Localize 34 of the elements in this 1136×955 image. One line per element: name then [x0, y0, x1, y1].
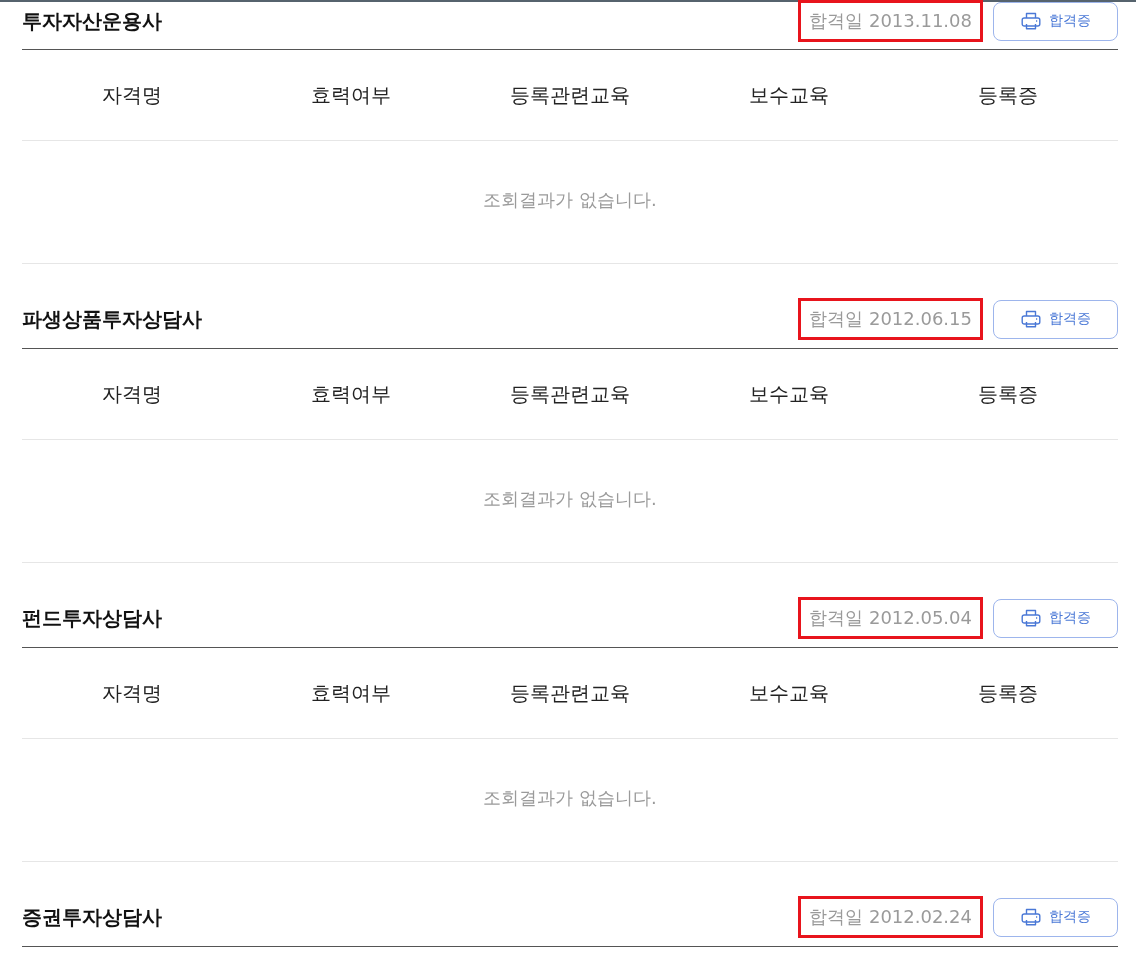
column-header: 보수교육 — [749, 82, 830, 107]
pass-date: 합격일 2013.11.08 — [798, 0, 983, 42]
column-header: 효력여부 — [310, 381, 391, 406]
empty-result-message: 조회결과가 없습니다. — [483, 188, 657, 212]
certificate-print-button[interactable]: 합격증 — [993, 299, 1118, 339]
certification-title: 투자자산운용사 — [22, 8, 162, 34]
column-header: 보수교육 — [749, 680, 830, 705]
certificate-print-button[interactable]: 합격증 — [993, 598, 1118, 638]
column-header: 등록증 — [978, 381, 1039, 406]
pass-date: 합격일 2012.06.15 — [798, 298, 983, 340]
printer-icon — [1020, 908, 1041, 926]
column-header: 등록관련교육 — [510, 82, 630, 107]
printer-icon — [1020, 609, 1041, 627]
empty-result-message: 조회결과가 없습니다. — [483, 786, 657, 810]
certificate-print-button[interactable]: 합격증 — [993, 1, 1118, 41]
column-header: 등록증 — [978, 82, 1039, 107]
column-header: 등록관련교육 — [510, 381, 630, 406]
column-header: 자격명 — [101, 680, 162, 705]
column-header: 등록증 — [978, 680, 1039, 705]
printer-icon — [1020, 310, 1041, 328]
certification-title: 파생상품투자상담사 — [22, 306, 202, 332]
column-header: 보수교육 — [749, 381, 830, 406]
column-header: 자격명 — [101, 82, 162, 107]
empty-result-message: 조회결과가 없습니다. — [483, 487, 657, 511]
pass-date: 합격일 2012.02.24 — [798, 896, 983, 938]
certification-title: 증권투자상담사 — [22, 904, 162, 930]
certificate-print-button[interactable]: 합격증 — [993, 897, 1118, 937]
column-header: 효력여부 — [310, 680, 391, 705]
column-header: 등록관련교육 — [510, 680, 630, 705]
certification-title: 펀드투자상담사 — [22, 605, 162, 631]
pass-date: 합격일 2012.05.04 — [798, 597, 983, 639]
column-header: 자격명 — [101, 381, 162, 406]
column-header: 효력여부 — [310, 82, 391, 107]
printer-icon — [1020, 12, 1041, 30]
